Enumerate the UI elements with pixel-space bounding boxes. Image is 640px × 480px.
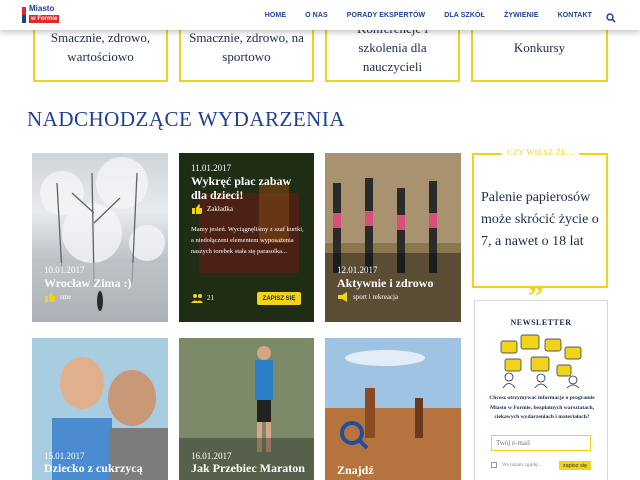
thumbs-up-icon xyxy=(44,292,56,302)
category-card-label: Smacznie, zdrowo, na sportowo xyxy=(189,30,304,64)
speech-bubbles-icon xyxy=(500,334,582,388)
search-icon[interactable] xyxy=(606,10,616,23)
newsletter-submit-button[interactable]: zapisz się xyxy=(559,461,591,470)
thumbs-up-icon xyxy=(191,204,203,214)
event-date: 16.01.2017 xyxy=(191,451,232,461)
event-title[interactable]: Znajdź xyxy=(337,463,374,477)
section-title: NADCHODZĄCE WYDARZENIA xyxy=(27,107,346,131)
did-you-know-heading: CZY WIESZ ŻE... xyxy=(502,148,580,157)
did-you-know-text: Palenie papierosów może skrócić życie o … xyxy=(481,190,599,249)
newsletter-description: Chcesz otrzymywać informacje o programie… xyxy=(489,395,595,420)
megaphone-icon xyxy=(337,292,349,302)
nav-item-schools[interactable]: DLA SZKÓŁ xyxy=(444,12,485,19)
category-card-label: Smacznie, zdrowo, wartościowo xyxy=(50,30,151,64)
newsletter-title: NEWSLETTER xyxy=(510,318,572,327)
nav-item-about[interactable]: O NAS xyxy=(305,12,328,19)
event-date: 10.01.2017 xyxy=(44,265,85,275)
event-card-playground[interactable]: 11.01.2017 Wykręć plac zabaw dla dzieci!… xyxy=(179,153,314,322)
nav-item-contact[interactable]: KONTAKT xyxy=(558,12,592,19)
nav-item-nutrition[interactable]: ŻYWIENIE xyxy=(504,12,539,19)
event-category: Zakładka xyxy=(207,205,234,213)
did-you-know-box: CZY WIESZ ŻE... Palenie papierosów może … xyxy=(472,148,608,295)
logo-text: Miasto xyxy=(29,4,55,13)
consent-checkbox[interactable] xyxy=(491,462,497,468)
event-title[interactable]: Wrocław Zima :) xyxy=(44,276,132,290)
site-logo[interactable]: Miasto w Formie xyxy=(22,3,66,27)
logo-flag xyxy=(22,7,26,23)
event-meta: sme xyxy=(44,292,71,302)
event-image xyxy=(325,338,461,480)
event-title[interactable]: Jak Przebiec Maraton xyxy=(191,461,305,475)
event-date: 15.01.2017 xyxy=(44,451,85,461)
event-meta: sport i rekreacja xyxy=(337,292,398,302)
newsletter-email-input[interactable] xyxy=(491,435,591,451)
event-participants: 21 xyxy=(191,293,214,303)
event-title[interactable]: Aktywnie i zdrowo xyxy=(337,276,433,290)
event-excerpt: Mamy jesień. Wyciągnęliśmy z szaf kurtki… xyxy=(191,226,304,255)
event-category: sport i rekreacja xyxy=(353,293,399,301)
event-category: sme xyxy=(60,293,72,301)
event-card-winter[interactable]: 10.01.2017 Wrocław Zima :) sme xyxy=(32,153,168,322)
event-date: 11.01.2017 xyxy=(191,163,232,173)
event-title[interactable]: Dziecko z cukrzycą xyxy=(44,461,143,475)
consent-label: Wyrażam zgodę... xyxy=(502,462,542,468)
logo-subtext: w Formie xyxy=(29,15,60,23)
event-card-fitness[interactable]: 12.01.2017 Aktywnie i zdrowo sport i rek… xyxy=(325,153,461,322)
event-card-child[interactable]: 15.01.2017 Dziecko z cukrzycą xyxy=(32,338,168,480)
event-title[interactable]: Wykręć plac zabaw dla dzieci! xyxy=(191,174,301,202)
people-icon xyxy=(191,293,203,303)
signup-button[interactable]: ZAPISZ SIĘ xyxy=(257,292,301,305)
main-menu: HOME O NAS PORADY EKSPERTÓW DLA SZKÓŁ ŻY… xyxy=(246,0,616,30)
participant-count: 21 xyxy=(207,294,214,302)
nav-item-expert-tips[interactable]: PORADY EKSPERTÓW xyxy=(347,12,425,19)
event-date: 12.01.2017 xyxy=(337,265,378,275)
category-card-label: Konkursy xyxy=(513,39,566,55)
nav-item-home[interactable]: HOME xyxy=(265,12,286,19)
quote-icon: „ xyxy=(528,261,544,297)
event-card-find[interactable]: Znajdź xyxy=(325,338,461,480)
event-meta: Zakładka xyxy=(191,204,233,214)
newsletter-box: NEWSLETTER Chcesz otrzymywać informacje … xyxy=(474,300,608,480)
event-card-marathon[interactable]: 16.01.2017 Jak Przebiec Maraton xyxy=(179,338,314,480)
top-navigation: Miasto w Formie HOME O NAS PORADY EKSPER… xyxy=(0,0,640,30)
